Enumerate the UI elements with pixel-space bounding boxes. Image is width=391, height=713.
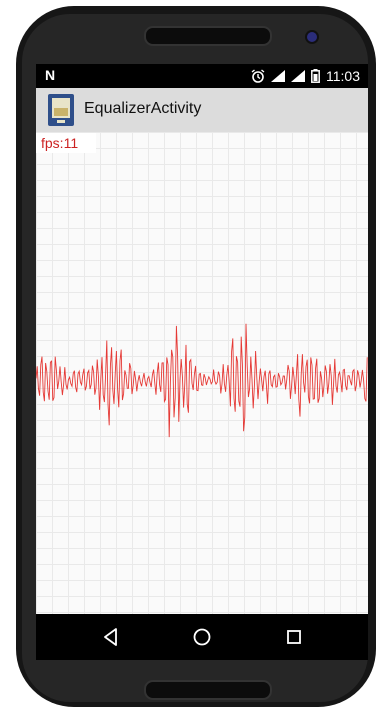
earpiece-speaker <box>144 26 272 46</box>
recents-square-icon[interactable] <box>284 627 304 647</box>
battery-icon <box>311 69 320 83</box>
status-time: 11:03 <box>326 68 360 84</box>
action-bar: EqualizerActivity <box>36 88 368 132</box>
waveform-visualizer <box>36 323 368 438</box>
signal-icon <box>271 70 285 82</box>
home-circle-icon[interactable] <box>192 627 212 647</box>
back-triangle-icon[interactable] <box>101 627 121 647</box>
bottom-speaker <box>144 680 272 700</box>
device-screen: N 11:03 EqualizerActivity fps:11 <box>36 64 368 614</box>
fps-counter: fps:11 <box>36 133 96 153</box>
waveform-line <box>36 323 368 438</box>
status-icons: 11:03 <box>251 68 360 84</box>
navigation-bar <box>36 614 368 660</box>
signal-icon-2 <box>291 70 305 82</box>
front-camera <box>307 32 317 42</box>
status-bar: N 11:03 <box>36 64 368 88</box>
activity-title: EqualizerActivity <box>84 100 202 117</box>
equalizer-canvas: fps:11 <box>36 132 368 614</box>
alarm-icon <box>251 69 265 83</box>
app-icon[interactable] <box>48 94 74 126</box>
n-logo-icon: N <box>45 67 56 83</box>
